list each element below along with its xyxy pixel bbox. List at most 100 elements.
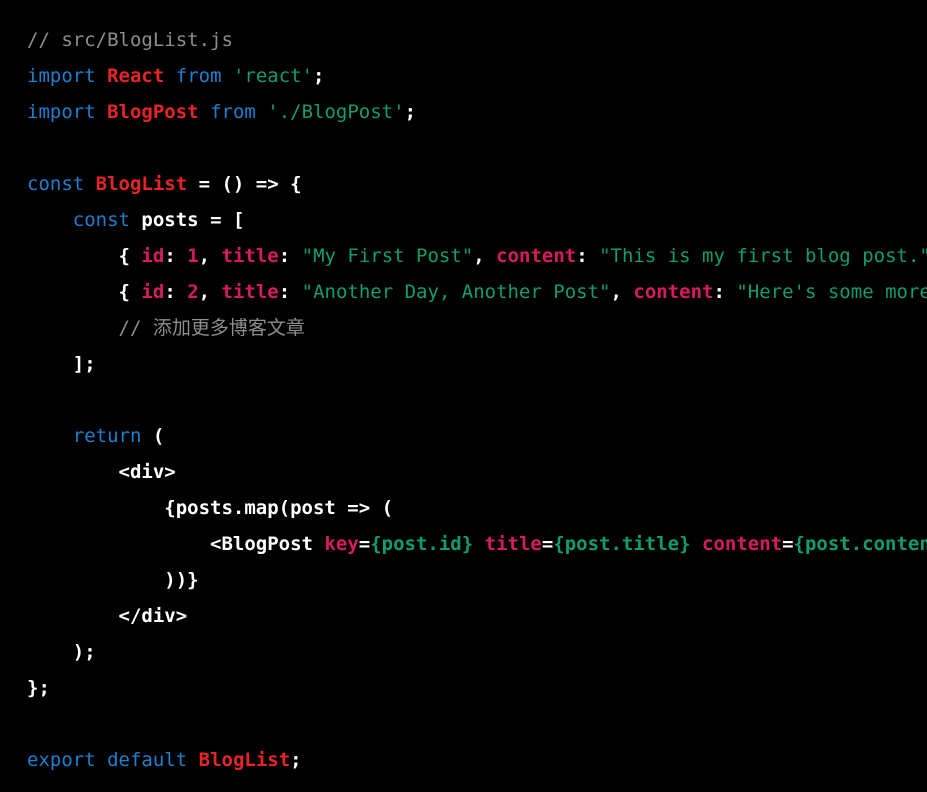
code-token: {: [118, 245, 130, 267]
code-line[interactable]: [27, 130, 927, 166]
code-token: = [: [198, 209, 245, 231]
code-line[interactable]: import BlogPost from './BlogPost';: [27, 94, 927, 130]
code-token: "This is my first blog post." },: [599, 245, 927, 267]
code-token: return: [72, 425, 142, 447]
code-token: {: [118, 281, 130, 303]
code-token: BlogList: [95, 173, 188, 195]
code-token: "Another Day, Another Post": [301, 281, 611, 303]
code-token: ;: [404, 101, 417, 123]
code-token: const: [27, 173, 85, 195]
code-token: };: [27, 677, 50, 699]
code-token: title: [221, 245, 279, 267]
code-token: 2: [187, 281, 199, 303]
code-line[interactable]: export default BlogList;: [27, 742, 927, 778]
code-token: content: [702, 533, 783, 555]
code-token: export: [27, 749, 96, 771]
code-token: import: [27, 65, 96, 87]
code-token: 'react': [232, 65, 314, 87]
code-token: from: [175, 65, 222, 87]
code-line[interactable]: // 添加更多博客文章: [27, 310, 927, 346]
code-line[interactable]: [27, 706, 927, 742]
code-line[interactable]: <div>: [27, 454, 927, 490]
code-line[interactable]: import React from 'react';: [27, 58, 927, 94]
code-line[interactable]: return (: [27, 418, 927, 454]
code-token: BlogList: [198, 749, 291, 771]
code-token: ,: [198, 245, 222, 267]
code-token: ;: [290, 749, 302, 771]
code-editor-pane[interactable]: // src/BlogList.js import React from 'rea…: [0, 0, 927, 792]
code-token: {posts.map(post => (: [164, 497, 394, 519]
code-line[interactable]: <BlogPost key={post.id} title={post.titl…: [27, 526, 927, 562]
code-token: {post.title}: [553, 533, 691, 555]
code-token: :: [278, 281, 302, 303]
code-token: import: [27, 101, 96, 123]
code-line[interactable]: </div>: [27, 598, 927, 634]
code-token: posts: [141, 209, 199, 231]
code-token: const: [72, 209, 130, 231]
code-line[interactable]: [27, 382, 927, 418]
code-token: );: [72, 641, 96, 663]
code-lines-container: // src/BlogList.js import React from 'rea…: [27, 22, 927, 778]
code-token: key: [324, 533, 359, 555]
code-token: content: [496, 245, 577, 267]
code-token: id: [141, 281, 165, 303]
code-token: ))}: [164, 569, 199, 591]
code-line[interactable]: };: [27, 670, 927, 706]
code-token: 1: [187, 245, 199, 267]
code-token: // src/BlogList.js: [27, 29, 233, 51]
code-token: // 添加更多博客文章: [118, 317, 305, 339]
code-token: {post.content}: [793, 533, 927, 555]
code-line[interactable]: ))}: [27, 562, 927, 598]
code-token: =: [358, 533, 371, 555]
code-line[interactable]: const BlogList = () => {: [27, 166, 927, 202]
code-token: ];: [72, 353, 96, 375]
code-token: content: [633, 281, 714, 303]
code-token: "My First Post": [301, 245, 474, 267]
code-token: :: [164, 281, 188, 303]
code-token: ,: [198, 281, 222, 303]
code-token: ,: [610, 281, 634, 303]
code-token: :: [278, 245, 302, 267]
code-token: =: [782, 533, 794, 555]
code-token: :: [576, 245, 600, 267]
code-token: './BlogPost': [267, 101, 405, 123]
code-line[interactable]: { id: 2, title: "Another Day, Another Po…: [27, 274, 927, 310]
code-line[interactable]: { id: 1, title: "My First Post", content…: [27, 238, 927, 274]
code-token: ,: [473, 245, 497, 267]
code-token: "Here's some more content." },: [736, 281, 927, 303]
code-token: :: [713, 281, 737, 303]
code-token: = () => {: [187, 173, 302, 195]
code-line[interactable]: {posts.map(post => (: [27, 490, 927, 526]
code-token: <div>: [118, 461, 176, 483]
code-line[interactable]: );: [27, 634, 927, 670]
code-line[interactable]: ];: [27, 346, 927, 382]
code-line[interactable]: // src/BlogList.js: [27, 22, 927, 58]
code-token: BlogPost: [107, 101, 199, 123]
code-token: title: [484, 533, 542, 555]
code-token: =: [541, 533, 554, 555]
code-token: <BlogPost: [210, 533, 313, 555]
code-token: </div>: [118, 605, 188, 627]
code-line[interactable]: const posts = [: [27, 202, 927, 238]
